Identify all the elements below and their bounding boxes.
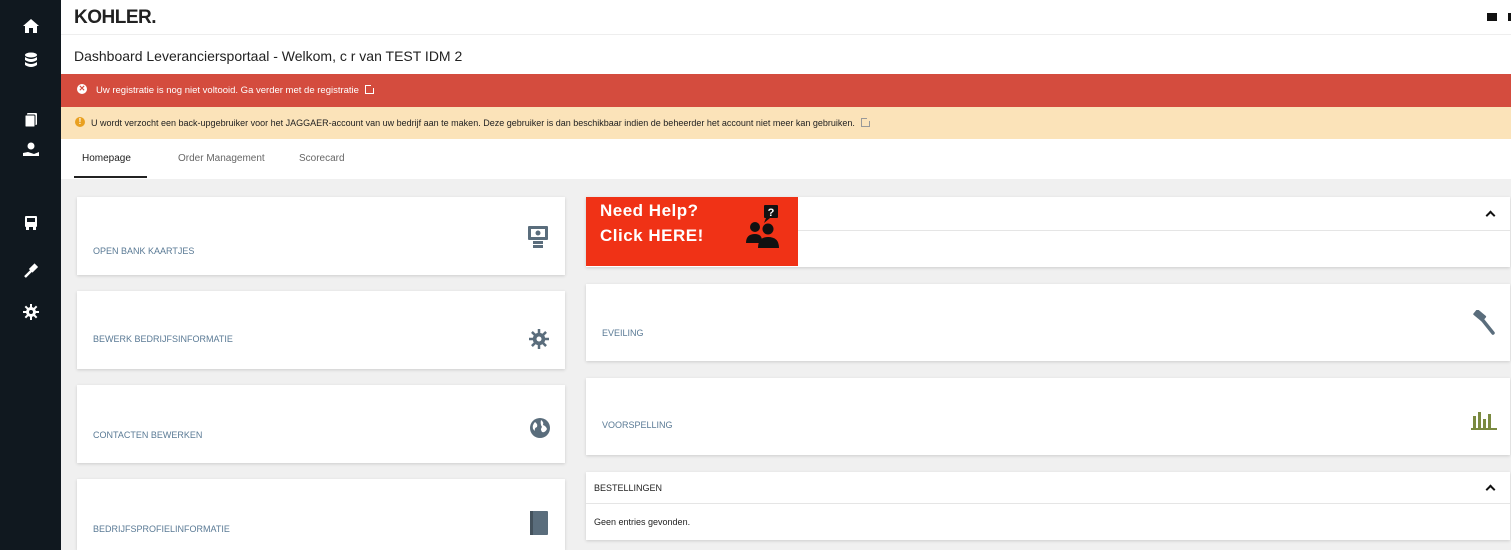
orders-panel: BESTELLINGEN Geen entries gevonden.	[586, 472, 1510, 540]
tab-order-management[interactable]: Order Management	[178, 153, 265, 164]
svg-text:?: ?	[768, 207, 775, 219]
orders-empty-message: Geen entries gevonden.	[594, 517, 691, 527]
help-people-icon: ?	[744, 203, 782, 260]
bar-chart-icon	[1471, 410, 1497, 435]
card-label: EVEILING	[602, 328, 644, 338]
globe-icon	[529, 417, 551, 444]
title-bar: Dashboard Leveranciersportaal - Welkom, …	[61, 34, 1511, 74]
database-icon[interactable]	[0, 40, 61, 80]
info-icon: !	[75, 117, 85, 127]
collapse-chevron-icon[interactable]	[1485, 484, 1496, 495]
collapse-chevron-icon[interactable]	[1485, 210, 1496, 221]
registration-alert[interactable]: ✕ Uw registratie is nog niet voltooid. G…	[61, 74, 1511, 107]
supplier-hand-icon[interactable]	[0, 130, 61, 170]
backup-user-alert-text[interactable]: U wordt verzocht een back-upgebruiker vo…	[91, 118, 855, 128]
active-tab-indicator	[74, 176, 147, 178]
error-icon: ✕	[77, 84, 87, 94]
truck-icon[interactable]	[0, 203, 61, 243]
tab-homepage[interactable]: Homepage	[82, 153, 131, 164]
card-edit-company-info[interactable]: BEWERK BEDRIJFSINFORMATIE	[77, 291, 565, 369]
card-forecast[interactable]: VOORSPELLING	[586, 378, 1510, 455]
card-label: BEDRIJFSPROFIELINFORMATIE	[93, 524, 230, 534]
help-banner-line2: Click HERE!	[600, 226, 704, 245]
gear-icon[interactable]	[0, 292, 61, 332]
help-banner-line1: Need Help?	[600, 201, 699, 220]
card-open-bank[interactable]: OPEN BANK KAARTJES	[77, 197, 565, 275]
card-label: BEWERK BEDRIJFSINFORMATIE	[93, 334, 233, 344]
card-label: CONTACTEN BEWERKEN	[93, 430, 203, 440]
help-banner[interactable]: Need Help? Click HERE! ?	[586, 197, 798, 266]
bank-cards-icon	[527, 225, 549, 254]
top-bar: KOHLER.	[61, 0, 1511, 34]
registration-alert-text[interactable]: Uw registratie is nog niet voltooid. Ga …	[96, 85, 359, 96]
auction-hammer-icon[interactable]	[0, 250, 61, 290]
external-link-icon[interactable]	[860, 116, 872, 127]
page-title: Dashboard Leveranciersportaal - Welkom, …	[74, 48, 463, 64]
card-label: OPEN BANK KAARTJES	[93, 246, 195, 256]
kohler-logo[interactable]: KOHLER.	[74, 7, 156, 29]
gear-icon	[529, 329, 549, 354]
orders-title: BESTELLINGEN	[594, 483, 663, 493]
tab-bar: Homepage Order Management Scorecard	[61, 139, 1511, 179]
card-auction[interactable]: EVEILING	[586, 284, 1510, 361]
card-label: VOORSPELLING	[602, 420, 673, 430]
external-link-icon[interactable]	[364, 83, 376, 94]
sidebar	[0, 0, 61, 550]
card-edit-contacts[interactable]: CONTACTEN BEWERKEN	[77, 385, 565, 463]
tab-scorecard[interactable]: Scorecard	[299, 153, 345, 164]
card-company-profile[interactable]: BEDRIJFSPROFIELINFORMATIE	[77, 479, 565, 550]
window-icon[interactable]	[1487, 13, 1497, 21]
book-icon	[528, 510, 550, 541]
auction-hammer-icon	[1472, 309, 1496, 341]
backup-user-alert[interactable]: ! U wordt verzocht een back-upgebruiker …	[61, 107, 1511, 139]
